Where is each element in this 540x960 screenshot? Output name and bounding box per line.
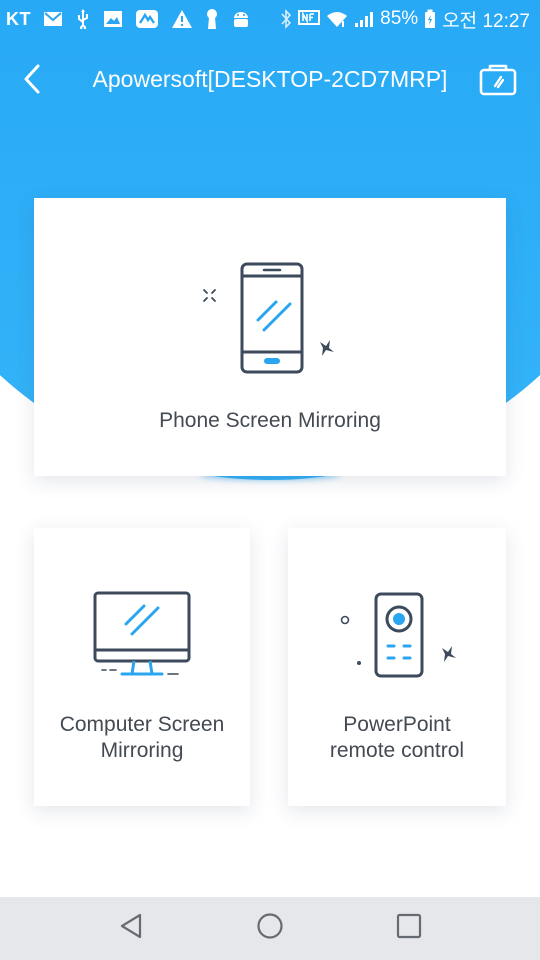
warning-icon [171,9,193,29]
smartphone-icon [198,258,348,382]
status-left: KT [0,8,251,30]
battery-percent: 85% [380,8,419,29]
back-arrow-icon [22,63,44,99]
powerpoint-remote-control-label: PowerPoint remote control [329,713,465,762]
status-right: 85% 오전 12:27 [280,6,540,33]
keyhole-icon [205,8,219,30]
android-icon [231,10,251,28]
nfc-icon [298,10,321,28]
battery-icon [424,9,436,29]
bluetooth-icon [280,9,292,29]
back-button[interactable] [12,60,54,102]
app-screen: KT 85% 오전 12:27 Apowersoft[DESKTOP-2CD7M… [0,0,540,960]
computer-screen-mirroring-label: Computer Screen Mirroring [59,713,225,762]
remote-control-icon [332,588,468,686]
usb-icon [75,9,91,29]
nav-recents-button[interactable] [389,910,429,946]
system-nav-bar [0,897,540,960]
carrier-label: KT [6,8,31,29]
nav-back-button[interactable] [111,910,151,946]
triangle-back-icon [118,912,144,944]
monitor-icon [92,590,196,686]
status-bar: KT 85% 오전 12:27 [0,0,540,38]
clock: 오전 12:27 [442,10,530,32]
powerpoint-remote-control-card[interactable]: PowerPoint remote control [288,528,506,806]
wifi-icon [326,10,348,28]
computer-screen-mirroring-card[interactable]: Computer Screen Mirroring [34,528,250,806]
cast-screen-icon [479,64,517,100]
phone-screen-mirroring-card[interactable]: Phone Screen Mirroring [34,198,506,476]
image-icon [103,10,123,28]
cast-button[interactable] [476,60,520,104]
page-title: Apowersoft[DESKTOP-2CD7MRP] [92,66,448,92]
circle-home-icon [256,912,284,944]
mail-icon [43,11,63,27]
signal-icon [354,10,374,28]
phone-screen-mirroring-label: Phone Screen Mirroring [159,409,381,432]
square-recents-icon [395,912,423,944]
app-notification-icon [135,9,159,29]
app-bar: Apowersoft[DESKTOP-2CD7MRP] [0,48,540,114]
nav-home-button[interactable] [250,910,290,946]
